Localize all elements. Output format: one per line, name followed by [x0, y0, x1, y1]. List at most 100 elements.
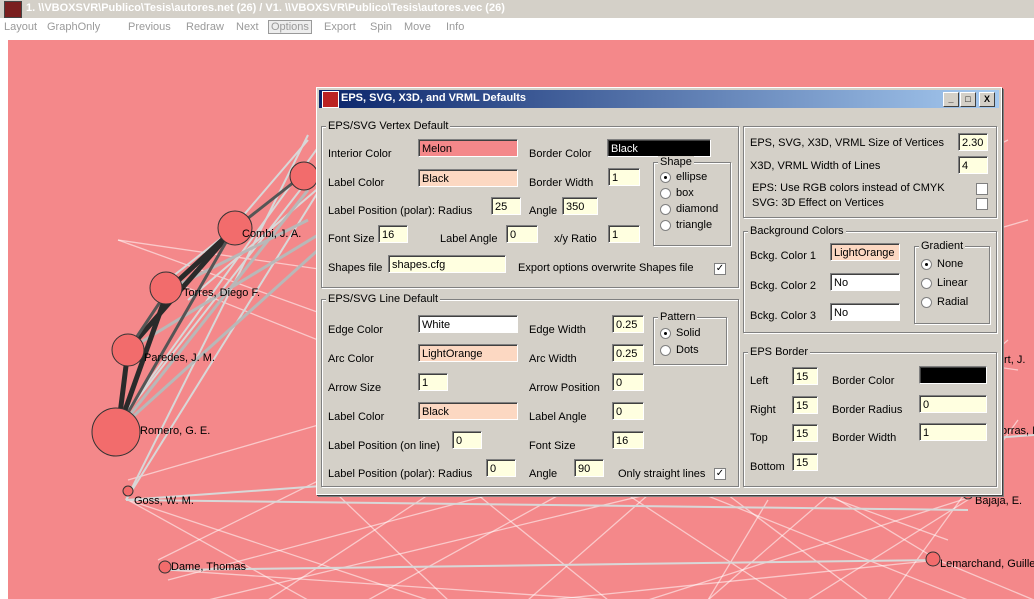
svg-3d-effect-label: SVG: 3D Effect on Vertices [752, 197, 884, 209]
graph-node[interactable] [158, 560, 172, 574]
rgb-colors-checkbox[interactable] [976, 183, 988, 195]
label-pos-line-field[interactable]: 0 [452, 431, 482, 449]
arrow-size-field[interactable]: 1 [418, 373, 448, 391]
minimize-button[interactable]: _ [943, 92, 959, 107]
line-group-title: EPS/SVG Line Default [326, 293, 441, 305]
xy-ratio-field[interactable]: 1 [608, 225, 640, 243]
border-width-field[interactable]: 1 [608, 168, 640, 186]
node-label: Goss, W. M. [134, 495, 194, 507]
maximize-button[interactable]: □ [960, 92, 976, 107]
eps-border-color-field[interactable] [919, 366, 987, 384]
menu-info[interactable]: Info [446, 21, 464, 33]
line-font-size-field[interactable]: 16 [612, 431, 644, 449]
shape-diamond-radio[interactable] [660, 204, 671, 215]
bckg-color1-label: Bckg. Color 1 [750, 250, 817, 262]
graph-node[interactable] [111, 333, 145, 367]
export-overwrite-checkbox[interactable]: ✓ [714, 263, 726, 275]
shape-box-label: box [676, 187, 694, 199]
app-icon [4, 1, 22, 18]
label-color-label: Label Color [328, 177, 385, 189]
label-pos-radius-label: Label Position (polar): Radius [328, 205, 473, 217]
border-right-field[interactable]: 15 [792, 396, 818, 414]
arc-color-field[interactable]: LightOrange [418, 344, 518, 362]
border-top-field[interactable]: 15 [792, 424, 818, 442]
border-radius-field[interactable]: 0 [919, 395, 987, 413]
border-color-field[interactable]: Black [607, 139, 711, 157]
vertex-label-angle-field[interactable]: 0 [506, 225, 538, 243]
bckg-color3-field[interactable]: No [830, 303, 900, 321]
defaults-dialog: EPS, SVG, X3D, and VRML Defaults _ □ X E… [316, 87, 1002, 495]
vertex-angle-field[interactable]: 350 [562, 197, 598, 215]
line-label-color-field[interactable]: Black [418, 402, 518, 420]
line-label-pos-polar-field[interactable]: 0 [486, 459, 516, 477]
rgb-colors-label: EPS: Use RGB colors instead of CMYK [752, 182, 945, 194]
svg-3d-effect-checkbox[interactable] [976, 198, 988, 210]
shape-triangle-radio[interactable] [660, 220, 671, 231]
menu-graphonly[interactable]: GraphOnly [47, 21, 100, 33]
line-width-label: X3D, VRML Width of Lines [750, 160, 881, 172]
eps-border-width-label: Border Width [832, 432, 897, 444]
arc-color-label: Arc Color [328, 353, 374, 365]
border-right-label: Right [750, 404, 776, 416]
shape-group: Shape ellipse box diamond triangle [653, 156, 731, 246]
menu-move[interactable]: Move [404, 21, 431, 33]
dialog-title: EPS, SVG, X3D, and VRML Defaults [341, 92, 527, 104]
line-font-size-label: Font Size [529, 440, 576, 452]
straight-lines-label: Only straight lines [618, 468, 706, 480]
menu-spin[interactable]: Spin [370, 21, 392, 33]
interior-color-field[interactable]: Melon [418, 139, 518, 157]
border-bottom-label: Bottom [750, 461, 785, 473]
vertex-size-field[interactable]: 2.30 [958, 133, 988, 151]
label-color-field[interactable]: Black [418, 169, 518, 187]
graph-node[interactable] [149, 271, 183, 305]
export-overwrite-label: Export options overwrite Shapes file [518, 262, 694, 274]
pattern-dots-radio[interactable] [660, 345, 671, 356]
straight-lines-checkbox[interactable]: ✓ [714, 468, 726, 480]
shape-ellipse-label: ellipse [676, 171, 708, 183]
shape-box-radio[interactable] [660, 188, 671, 199]
eps-border-width-field[interactable]: 1 [919, 423, 987, 441]
gradient-none-radio[interactable] [921, 259, 932, 270]
edge-color-field[interactable]: White [418, 315, 518, 333]
node-label: Paredes, J. M. [144, 352, 215, 364]
xy-ratio-label: x/y Ratio [554, 233, 597, 245]
graph-node[interactable] [289, 161, 319, 191]
line-angle-field[interactable]: 90 [574, 459, 604, 477]
pattern-solid-radio[interactable] [660, 328, 671, 339]
arrow-position-field[interactable]: 0 [612, 373, 644, 391]
graph-node[interactable] [122, 485, 134, 497]
vertex-size-label: EPS, SVG, X3D, VRML Size of Vertices [750, 137, 944, 149]
arc-width-field[interactable]: 0.25 [612, 344, 644, 362]
gradient-linear-radio[interactable] [921, 278, 932, 289]
graph-node[interactable] [925, 551, 941, 567]
close-button[interactable]: X [979, 92, 995, 107]
arrow-size-label: Arrow Size [328, 382, 382, 394]
shapes-file-field[interactable]: shapes.cfg [388, 255, 506, 273]
shape-diamond-label: diamond [676, 203, 719, 215]
vertex-font-size-field[interactable]: 16 [378, 225, 408, 243]
menu-redraw[interactable]: Redraw [186, 21, 224, 33]
gradient-radial-radio[interactable] [921, 297, 932, 308]
menu-export[interactable]: Export [324, 21, 356, 33]
label-pos-radius-field[interactable]: 25 [491, 197, 521, 215]
node-label: orras, I [1001, 425, 1034, 437]
line-angle-label: Angle [529, 468, 558, 480]
menu-next[interactable]: Next [236, 21, 259, 33]
shape-ellipse-radio[interactable] [660, 172, 671, 183]
line-label-angle-field[interactable]: 0 [612, 402, 644, 420]
menu-previous[interactable]: Previous [128, 21, 171, 33]
dialog-title-bar[interactable]: EPS, SVG, X3D, and VRML Defaults _ □ X [319, 90, 999, 108]
border-bottom-field[interactable]: 15 [792, 453, 818, 471]
edge-width-field[interactable]: 0.25 [612, 315, 644, 333]
gradient-group-title: Gradient [919, 240, 966, 252]
line-label-angle-label: Label Angle [529, 411, 587, 423]
vertex-group-title: EPS/SVG Vertex Default [326, 120, 451, 132]
line-width-field[interactable]: 4 [958, 156, 988, 174]
bckg-color1-field[interactable]: LightOrange [830, 243, 900, 261]
border-left-field[interactable]: 15 [792, 367, 818, 385]
menu-options[interactable]: Options [268, 20, 312, 34]
graph-node[interactable] [91, 407, 141, 457]
bckg-color2-field[interactable]: No [830, 273, 900, 291]
menu-layout[interactable]: Layout [4, 21, 37, 33]
main-window-title: 1. \\VBOXSVR\Publico\Tesis\autores.net (… [26, 2, 505, 14]
